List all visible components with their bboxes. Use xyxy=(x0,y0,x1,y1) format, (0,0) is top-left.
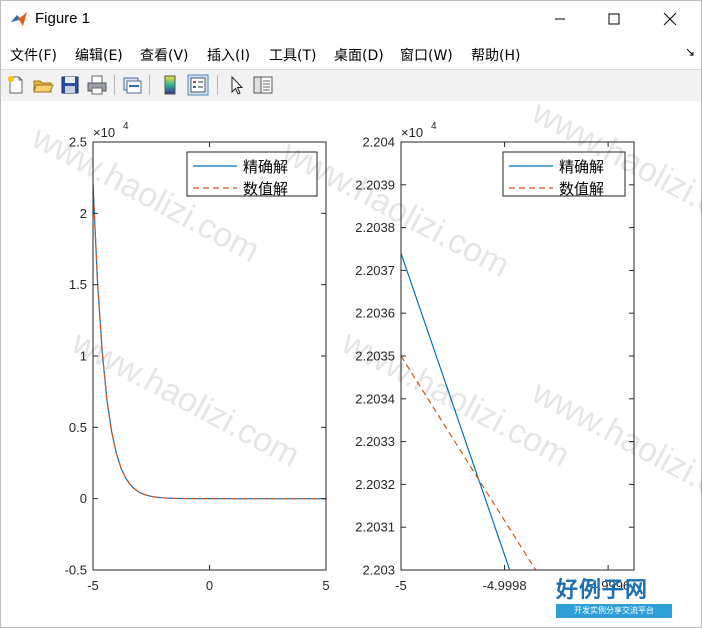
y-tick-label: 2.204 xyxy=(362,135,395,150)
y-tick-label: 2.2036 xyxy=(355,306,395,321)
menu-bar: 文件(F) 编辑(E) 查看(V) 插入(I) 工具(T) 桌面(D) 窗口(W… xyxy=(1,39,701,67)
x-tick-label: -5 xyxy=(395,578,407,593)
y-tick-label: 2.2033 xyxy=(355,434,395,449)
menu-desktop[interactable]: 桌面(D) xyxy=(334,45,384,65)
menu-file[interactable]: 文件(F) xyxy=(10,45,57,65)
toolbar xyxy=(1,69,701,102)
legend-label: 数值解 xyxy=(243,180,288,198)
maximize-button[interactable] xyxy=(591,1,637,37)
open-file-icon[interactable] xyxy=(32,74,54,96)
legend-icon[interactable] xyxy=(187,74,209,96)
close-icon xyxy=(663,12,677,26)
y-tick-label: 2.203 xyxy=(362,563,395,578)
legend-label: 数值解 xyxy=(559,180,604,198)
x-tick-label: -5 xyxy=(87,578,99,593)
y-tick-label: 2.2032 xyxy=(355,477,395,492)
y-tick-label: 0 xyxy=(80,491,87,506)
x-tick-label: 0 xyxy=(206,578,213,593)
menu-window[interactable]: 窗口(W) xyxy=(400,45,453,65)
y-tick-label: 2 xyxy=(80,206,87,221)
save-icon[interactable] xyxy=(59,74,81,96)
site-logo: 好例子网 开发实例分享交流平台 xyxy=(556,572,676,622)
logo-main-text: 好例子网 xyxy=(556,578,649,603)
toolbar-separator xyxy=(114,75,115,95)
exponent-label: ×10 xyxy=(93,125,115,140)
matlab-logo-icon xyxy=(11,12,27,26)
colorbar-icon[interactable] xyxy=(159,74,181,96)
edit-pointer-icon[interactable] xyxy=(225,74,247,96)
menu-help[interactable]: 帮助(H) xyxy=(471,45,520,65)
logo-sub-text: 开发实例分享交流平台 xyxy=(556,604,672,618)
figure-window: Figure 1 文件(F) 编辑(E) 查看(V) 插入(I) 工具(T) 桌… xyxy=(0,0,702,628)
print-icon[interactable] xyxy=(86,74,108,96)
property-inspector-icon[interactable] xyxy=(252,74,274,96)
x-tick-label: 5 xyxy=(322,578,329,593)
x-tick-label: -4.9998 xyxy=(483,578,527,593)
close-button[interactable] xyxy=(647,1,693,37)
menu-view[interactable]: 查看(V) xyxy=(140,45,189,65)
dock-arrow-icon[interactable]: ↘ xyxy=(685,45,695,59)
y-tick-label: -0.5 xyxy=(65,563,87,578)
y-tick-label: 2.2037 xyxy=(355,263,395,278)
toolbar-separator xyxy=(149,75,150,95)
exponent-label: ×10 xyxy=(401,125,423,140)
minimize-button[interactable] xyxy=(537,1,583,37)
window-title: Figure 1 xyxy=(35,10,91,27)
menu-tools[interactable]: 工具(T) xyxy=(269,45,316,65)
menu-insert[interactable]: 插入(I) xyxy=(207,45,250,65)
maximize-icon xyxy=(608,13,620,25)
new-figure-icon[interactable] xyxy=(5,74,27,96)
y-tick-label: 2.2034 xyxy=(355,391,395,406)
exponent-power: 4 xyxy=(431,121,437,132)
y-tick-label: 0.5 xyxy=(69,420,87,435)
link-plot-icon[interactable] xyxy=(121,74,143,96)
menu-edit[interactable]: 编辑(E) xyxy=(75,45,123,65)
exponent-power: 4 xyxy=(123,121,129,132)
y-tick-label: 1.5 xyxy=(69,277,87,292)
toolbar-separator xyxy=(217,75,218,95)
title-bar[interactable]: Figure 1 xyxy=(1,1,701,37)
minimize-icon xyxy=(555,18,565,20)
y-tick-label: 2.2031 xyxy=(355,520,395,535)
